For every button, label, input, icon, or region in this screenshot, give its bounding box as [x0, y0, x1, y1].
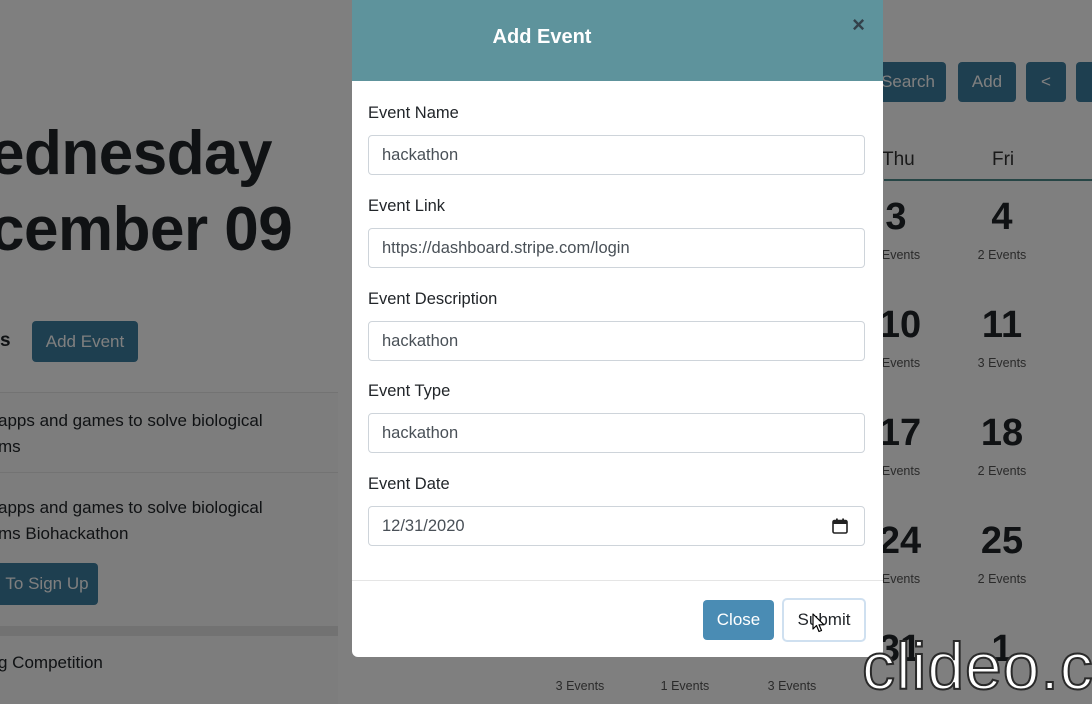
event-link-input[interactable]: [368, 228, 865, 268]
event-name-label: Event Name: [368, 104, 459, 122]
event-name-input[interactable]: [368, 135, 865, 175]
modal-title: Add Event: [492, 26, 592, 48]
event-type-label: Event Type: [368, 382, 451, 400]
event-date-label: Event Date: [368, 475, 450, 493]
close-button[interactable]: Close: [703, 600, 774, 640]
close-icon[interactable]: ×: [852, 12, 865, 38]
watermark: clideo.c: [861, 628, 1092, 704]
cursor-icon: [812, 613, 825, 633]
event-date-value: 12/31/2020: [382, 517, 465, 535]
add-event-modal: Add Event × Event Name Event Link Event …: [352, 0, 883, 657]
modal-footer-divider: [352, 580, 883, 581]
event-description-input[interactable]: [368, 321, 865, 361]
event-date-input[interactable]: 12/31/2020: [368, 506, 865, 546]
calendar-icon[interactable]: [832, 518, 848, 534]
event-description-label: Event Description: [368, 290, 498, 308]
event-link-label: Event Link: [368, 197, 446, 215]
event-type-input[interactable]: [368, 413, 865, 453]
modal-header: Add Event ×: [352, 0, 883, 81]
